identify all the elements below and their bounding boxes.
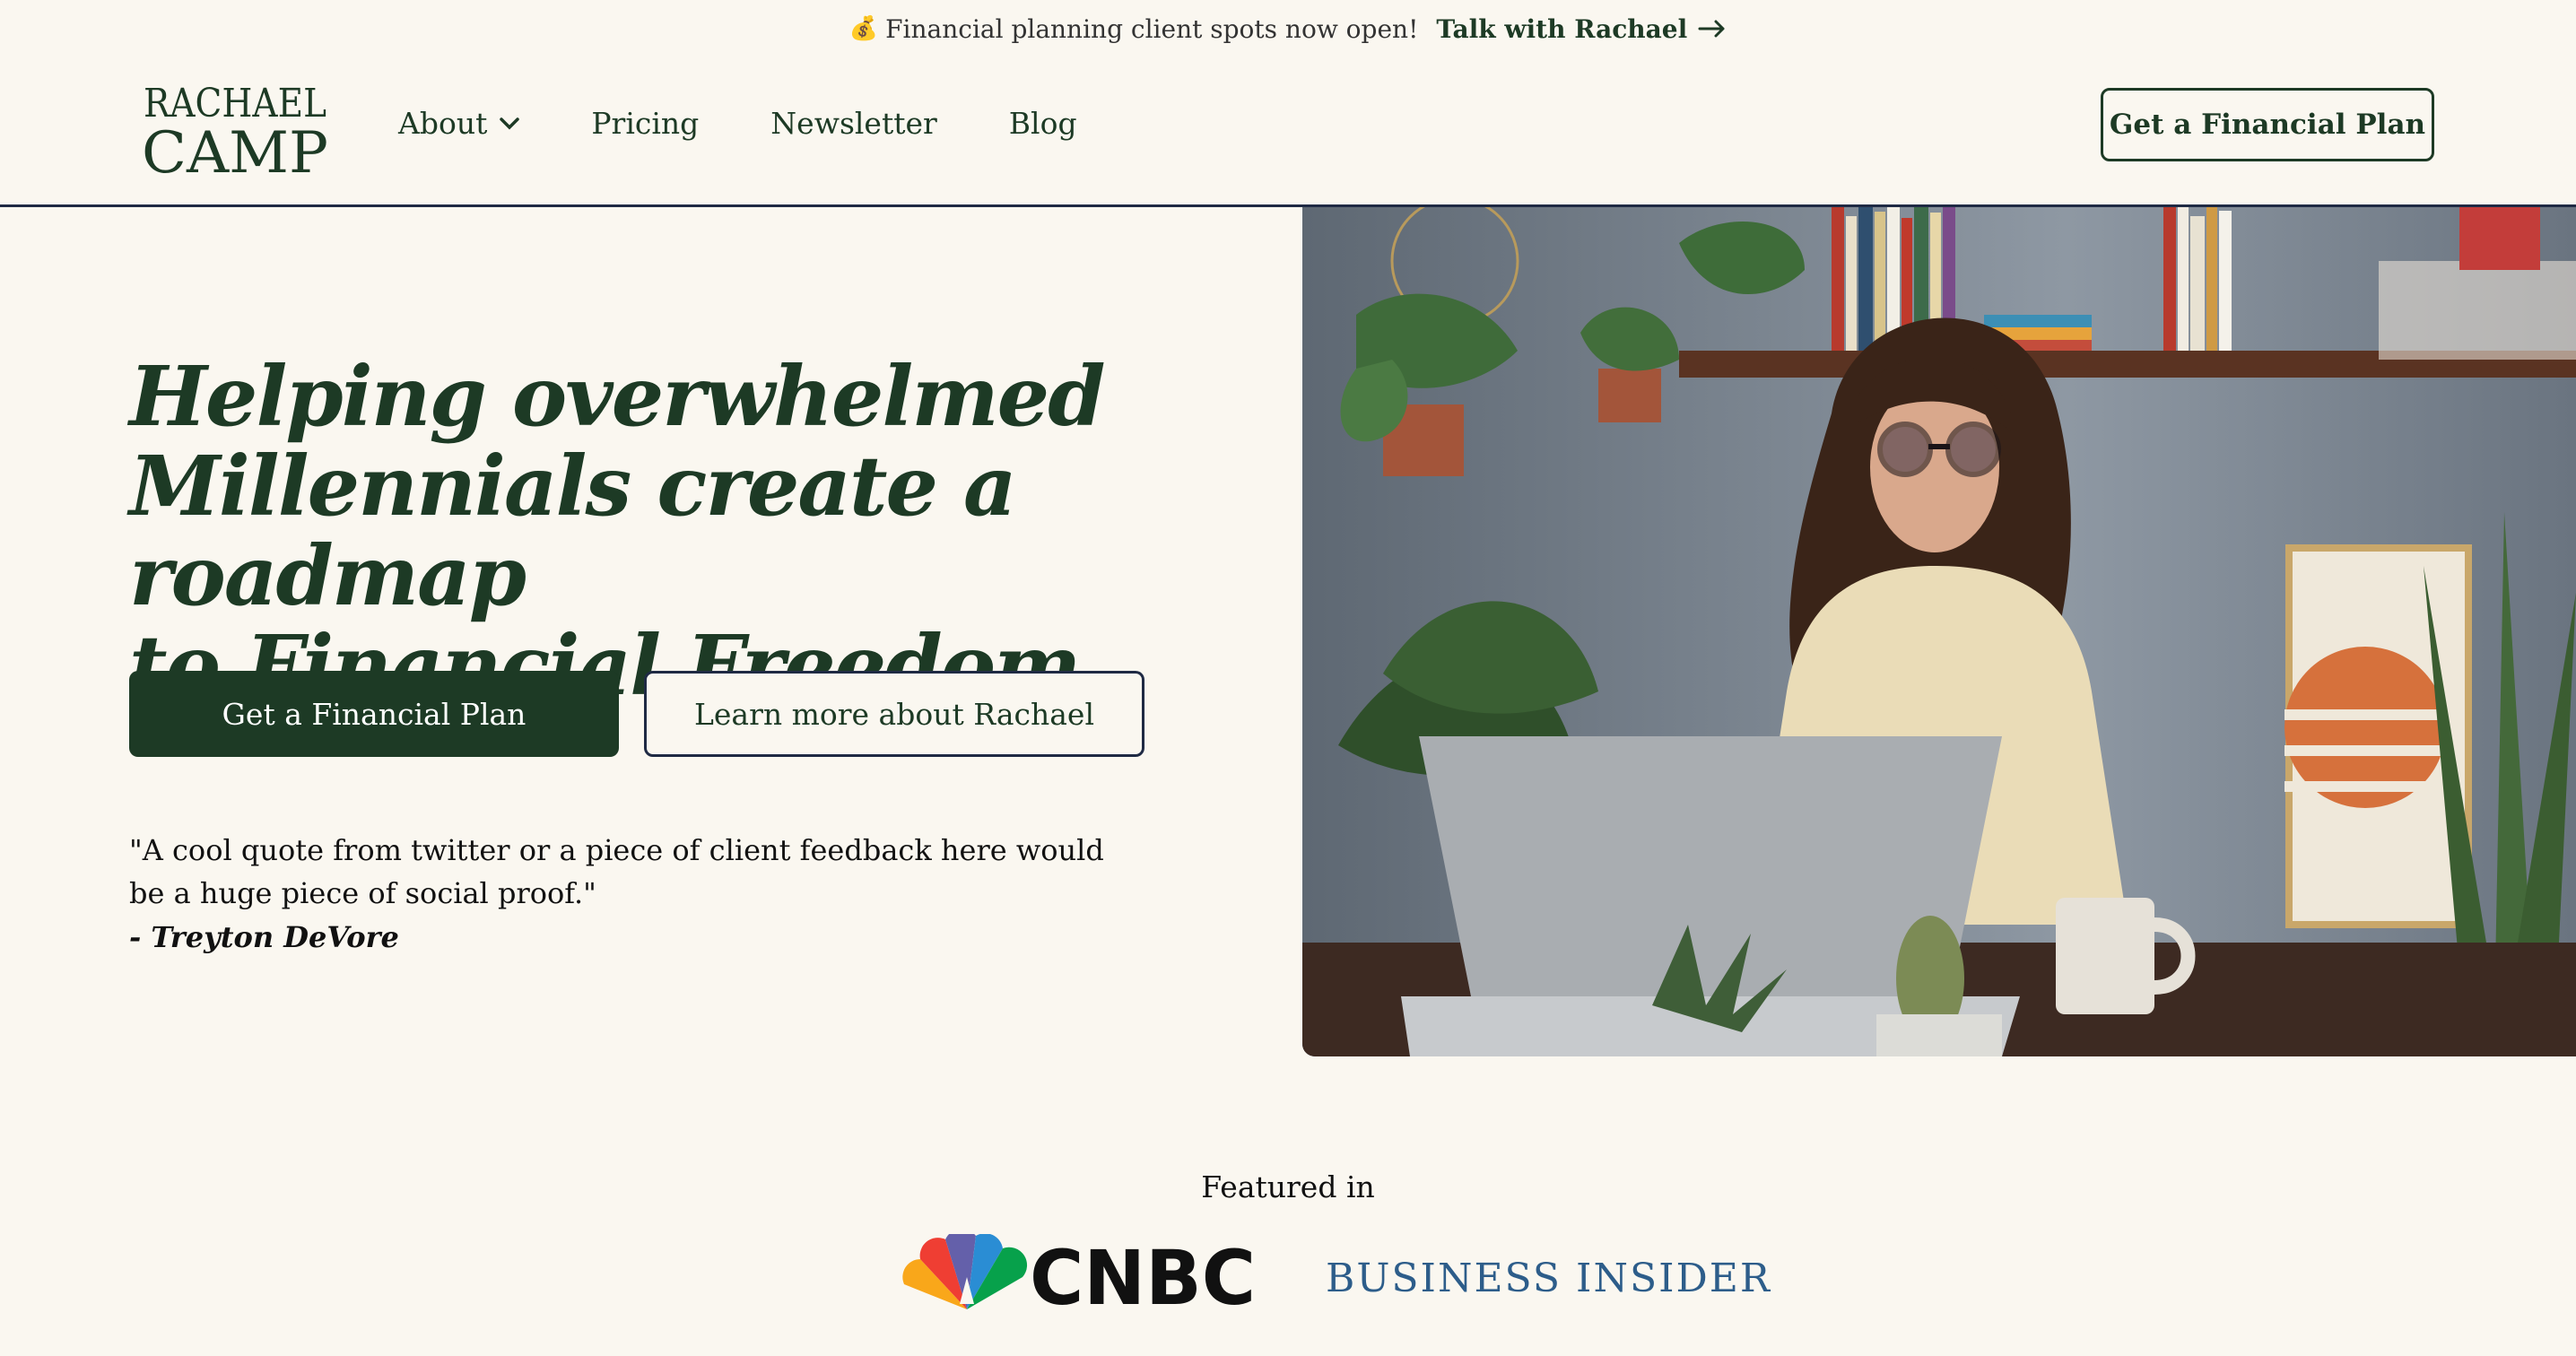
- arrow-right-icon: [1698, 20, 1725, 38]
- talk-with-rachael-link[interactable]: Talk with Rachael: [1436, 14, 1727, 44]
- headline-line-2: Millennials create a roadmap: [129, 438, 1017, 624]
- headline-line-1: Helping overwhelmed: [129, 348, 1106, 445]
- nav-blog-label: Blog: [1008, 106, 1077, 141]
- rachael-camp-logo[interactable]: RACHAEL CAMP: [142, 77, 328, 176]
- nav-pricing-label: Pricing: [591, 106, 700, 141]
- cnbc-logo-text: CNBC: [1030, 1234, 1256, 1309]
- money-bag-icon: 💰: [849, 15, 879, 42]
- hero-photo-rachael-at-laptop: [1302, 207, 2576, 1056]
- testimonial-author: - Treyton DeVore: [129, 920, 399, 954]
- testimonial-quote: "A cool quote from twitter or a piece of…: [129, 833, 1104, 910]
- learn-more-about-rachael-button[interactable]: Learn more about Rachael: [644, 671, 1144, 757]
- featured-in-label: Featured in: [1201, 1169, 1375, 1204]
- cnbc-logo: CNBC: [902, 1234, 1256, 1309]
- get-financial-plan-button[interactable]: Get a Financial Plan: [129, 671, 619, 757]
- nav-about-label: About: [398, 106, 488, 141]
- announcement-bar: 💰 Financial planning client spots now op…: [0, 0, 2576, 57]
- nav-newsletter-label: Newsletter: [770, 106, 937, 141]
- main-nav: About Pricing Newsletter Blog: [398, 106, 1077, 141]
- nav-item-pricing[interactable]: Pricing: [591, 106, 699, 141]
- get-financial-plan-header-button[interactable]: Get a Financial Plan: [2101, 88, 2434, 161]
- nav-item-about[interactable]: About: [398, 106, 520, 141]
- hero-headline: Helping overwhelmed Millennials create a…: [129, 352, 1205, 710]
- chevron-down-icon: [500, 117, 520, 129]
- nav-item-blog[interactable]: Blog: [1009, 106, 1077, 141]
- nav-item-newsletter[interactable]: Newsletter: [770, 106, 937, 141]
- logo-line-2: CAMP: [142, 120, 328, 176]
- business-insider-logo: BUSINESS INSIDER: [1326, 1256, 1771, 1301]
- announcement-text: Financial planning client spots now open…: [885, 13, 1419, 44]
- talk-link-label: Talk with Rachael: [1436, 13, 1688, 44]
